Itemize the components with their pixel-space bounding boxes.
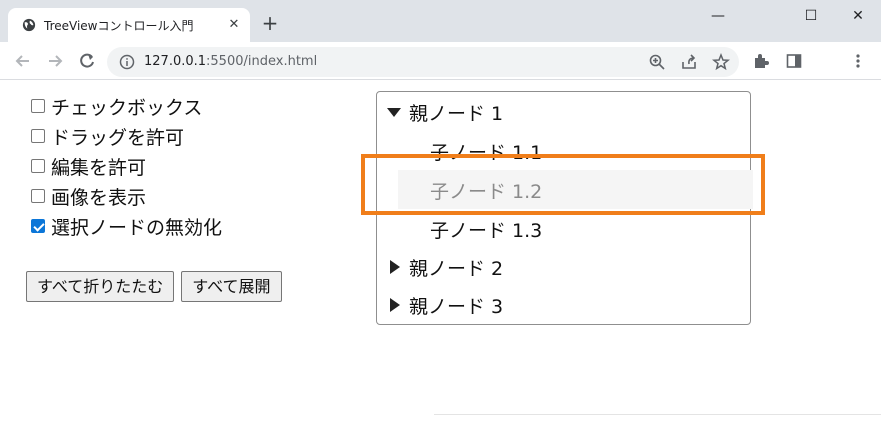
tree-node-parent-2[interactable]: 親ノード 2 <box>377 247 750 286</box>
checkbox-checked[interactable] <box>31 219 45 233</box>
divider <box>434 414 881 415</box>
side-panel-icon[interactable] <box>785 52 803 70</box>
collapse-all-button[interactable]: すべて折りたたむ <box>26 271 175 302</box>
tree-node-label: 親ノード 2 <box>409 258 504 280</box>
page-content: チェックボックス ドラッグを許可 編集を許可 画像を表示 選択ノードの無効化 す… <box>0 81 881 424</box>
tree-node-parent-1[interactable]: 親ノード 1 <box>377 92 750 131</box>
option-edit[interactable]: 編集を許可 <box>31 151 222 181</box>
checkbox[interactable] <box>31 189 45 203</box>
option-label: 編集を許可 <box>51 156 147 179</box>
highlight-annotation-box <box>361 154 765 215</box>
bookmark-star-icon[interactable] <box>712 53 730 71</box>
close-tab-icon[interactable]: ✕ <box>226 17 242 33</box>
caret-right-icon[interactable] <box>387 259 403 275</box>
checkbox[interactable] <box>31 129 45 143</box>
maximize-button[interactable]: ☐ <box>791 3 831 29</box>
option-images[interactable]: 画像を表示 <box>31 181 222 211</box>
tab-strip: TreeViewコントロール入門 ✕ + — ☐ ✕ <box>0 0 881 42</box>
caret-down-icon[interactable] <box>386 104 402 120</box>
option-label: 画像を表示 <box>51 186 147 209</box>
address-bar[interactable]: 127.0.0.1:5500/index.html <box>107 47 739 77</box>
zoom-icon[interactable] <box>648 53 666 71</box>
expand-all-button[interactable]: すべて展開 <box>181 271 282 302</box>
url-text: 127.0.0.1:5500/index.html <box>144 54 318 69</box>
button-row: すべて折りたたむ すべて展開 <box>26 271 282 302</box>
option-checkbox[interactable]: チェックボックス <box>31 91 222 121</box>
site-info-icon[interactable] <box>119 54 135 70</box>
extensions-icon[interactable] <box>752 52 770 70</box>
globe-icon <box>22 18 36 32</box>
tree-node-label: 親ノード 3 <box>409 296 504 318</box>
tree-node-parent-3[interactable]: 親ノード 3 <box>377 285 750 324</box>
browser-tab[interactable]: TreeViewコントロール入門 ✕ <box>8 8 250 42</box>
tab-title: TreeViewコントロール入門 <box>44 19 194 33</box>
tree-node-label: 子ノード 1.3 <box>430 220 543 242</box>
caret-right-icon[interactable] <box>387 297 403 313</box>
new-tab-button[interactable]: + <box>260 13 280 33</box>
reload-icon[interactable] <box>76 50 98 72</box>
option-label: 選択ノードの無効化 <box>51 216 223 239</box>
share-icon[interactable] <box>680 53 698 71</box>
option-drag[interactable]: ドラッグを許可 <box>31 121 222 151</box>
menu-icon[interactable] <box>849 52 867 70</box>
browser-toolbar: 127.0.0.1:5500/index.html <box>0 42 881 80</box>
close-window-button[interactable]: ✕ <box>838 3 878 29</box>
checkbox[interactable] <box>31 99 45 113</box>
tree-node-label: 親ノード 1 <box>409 103 504 125</box>
option-disable-selected[interactable]: 選択ノードの無効化 <box>31 211 222 241</box>
option-label: チェックボックス <box>51 96 203 119</box>
checkbox[interactable] <box>31 159 45 173</box>
minimize-button[interactable]: — <box>698 3 738 29</box>
back-icon[interactable] <box>12 50 34 72</box>
option-label: ドラッグを許可 <box>51 126 185 149</box>
options-panel: チェックボックス ドラッグを許可 編集を許可 画像を表示 選択ノードの無効化 <box>31 91 222 241</box>
forward-icon[interactable] <box>44 50 66 72</box>
